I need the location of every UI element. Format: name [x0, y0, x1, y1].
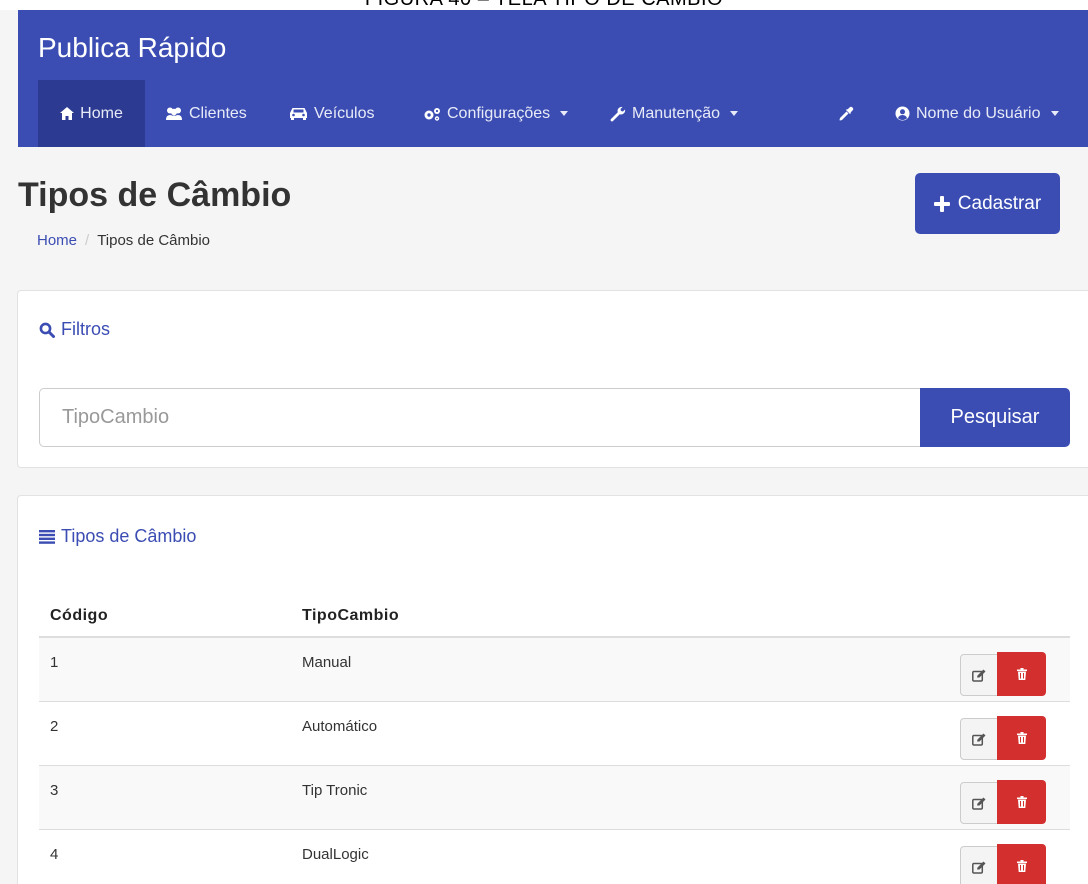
trash-icon [1016, 860, 1027, 872]
brand-title[interactable]: Publica Rápido [38, 32, 226, 64]
edit-button[interactable] [960, 654, 998, 696]
user-name: Nome do Usuário [916, 104, 1041, 122]
breadcrumb-current: Tipos de Câmbio [97, 232, 211, 249]
edit-icon [972, 669, 986, 682]
column-header-codigo[interactable]: Código [50, 607, 108, 625]
chevron-down-icon [560, 111, 569, 116]
filters-panel: Filtros Pesquisar [17, 290, 1088, 468]
nav-item-clientes[interactable]: Clientes [165, 80, 247, 147]
table-row: 2 Automático [39, 702, 1070, 766]
eyedropper-icon [839, 106, 854, 120]
cadastrar-button-label: Cadastrar [957, 192, 1042, 214]
breadcrumb: Home / Tipos de Câmbio [37, 232, 210, 249]
delete-button[interactable] [997, 716, 1046, 760]
search-icon [39, 322, 55, 338]
tipocambio-search-input[interactable] [39, 388, 920, 447]
filters-title: Filtros [39, 319, 110, 340]
edit-button[interactable] [960, 846, 998, 884]
delete-button[interactable] [997, 780, 1046, 824]
list-icon [39, 529, 55, 544]
edit-icon [972, 797, 986, 810]
cell-codigo: 1 [50, 654, 59, 671]
cell-tipocambio: DualLogic [302, 846, 369, 863]
trash-icon [1016, 732, 1027, 744]
wrench-icon [610, 106, 626, 121]
page-title: Tipos de Câmbio [18, 176, 292, 214]
table-row: 3 Tip Tronic [39, 766, 1070, 830]
plus-icon [933, 195, 950, 212]
edit-icon [972, 861, 986, 874]
cell-codigo: 4 [50, 846, 59, 863]
car-icon [290, 108, 307, 120]
user-circle-icon [895, 106, 910, 121]
nav-item-label: Clientes [189, 104, 247, 122]
list-panel: Tipos de Câmbio Código TipoCambio 1 Manu… [17, 495, 1088, 884]
nav-item-configuracoes[interactable]: Configurações [423, 80, 569, 147]
nav-item-label: Configurações [447, 104, 551, 122]
edit-button[interactable] [960, 782, 998, 824]
top-navbar: Publica Rápido Home Clientes Veículos Co… [18, 10, 1088, 147]
nav-item-manutencao[interactable]: Manutenção [610, 80, 739, 147]
list-title-text: Tipos de Câmbio [61, 526, 197, 546]
nav-item-eyedropper[interactable] [838, 80, 854, 147]
table-row: 1 Manual [39, 638, 1070, 702]
cell-tipocambio: Manual [302, 654, 352, 671]
trash-icon [1016, 668, 1027, 680]
cell-tipocambio: Automático [302, 718, 378, 735]
edit-button[interactable] [960, 718, 998, 760]
cadastrar-button[interactable]: Cadastrar [915, 173, 1060, 234]
breadcrumb-home-link[interactable]: Home [37, 232, 77, 249]
breadcrumb-separator: / [85, 232, 90, 249]
figure-caption-text: FIGURA 40 – TELA TIPO DE CÂMBIO [0, 0, 1088, 10]
cell-tipocambio: Tip Tronic [302, 782, 368, 799]
cogs-icon [424, 107, 440, 121]
nav-item-label: Manutenção [632, 104, 721, 122]
chevron-down-icon [1050, 111, 1059, 116]
pesquisar-button[interactable]: Pesquisar [920, 388, 1070, 447]
nav-item-veiculos[interactable]: Veículos [289, 80, 374, 147]
nav-item-label: Home [80, 104, 123, 122]
cell-codigo: 3 [50, 782, 59, 799]
edit-icon [972, 733, 986, 746]
trash-icon [1016, 796, 1027, 808]
figure-caption: FIGURA 40 – TELA TIPO DE CÂMBIO [0, 0, 1088, 10]
delete-button[interactable] [997, 844, 1046, 884]
users-icon [166, 107, 182, 120]
delete-button[interactable] [997, 652, 1046, 696]
list-title: Tipos de Câmbio [39, 526, 196, 547]
user-menu[interactable]: Nome do Usuário [895, 80, 1059, 147]
column-header-tipocambio[interactable]: TipoCambio [302, 607, 399, 625]
cell-codigo: 2 [50, 718, 59, 735]
table-row: 4 DualLogic [39, 830, 1070, 884]
filters-title-text: Filtros [61, 319, 110, 339]
nav-item-home[interactable]: Home [38, 80, 145, 147]
nav-item-label: Veículos [314, 104, 375, 122]
home-icon [60, 107, 75, 120]
search-group: Pesquisar [39, 388, 1070, 447]
chevron-down-icon [730, 111, 739, 116]
